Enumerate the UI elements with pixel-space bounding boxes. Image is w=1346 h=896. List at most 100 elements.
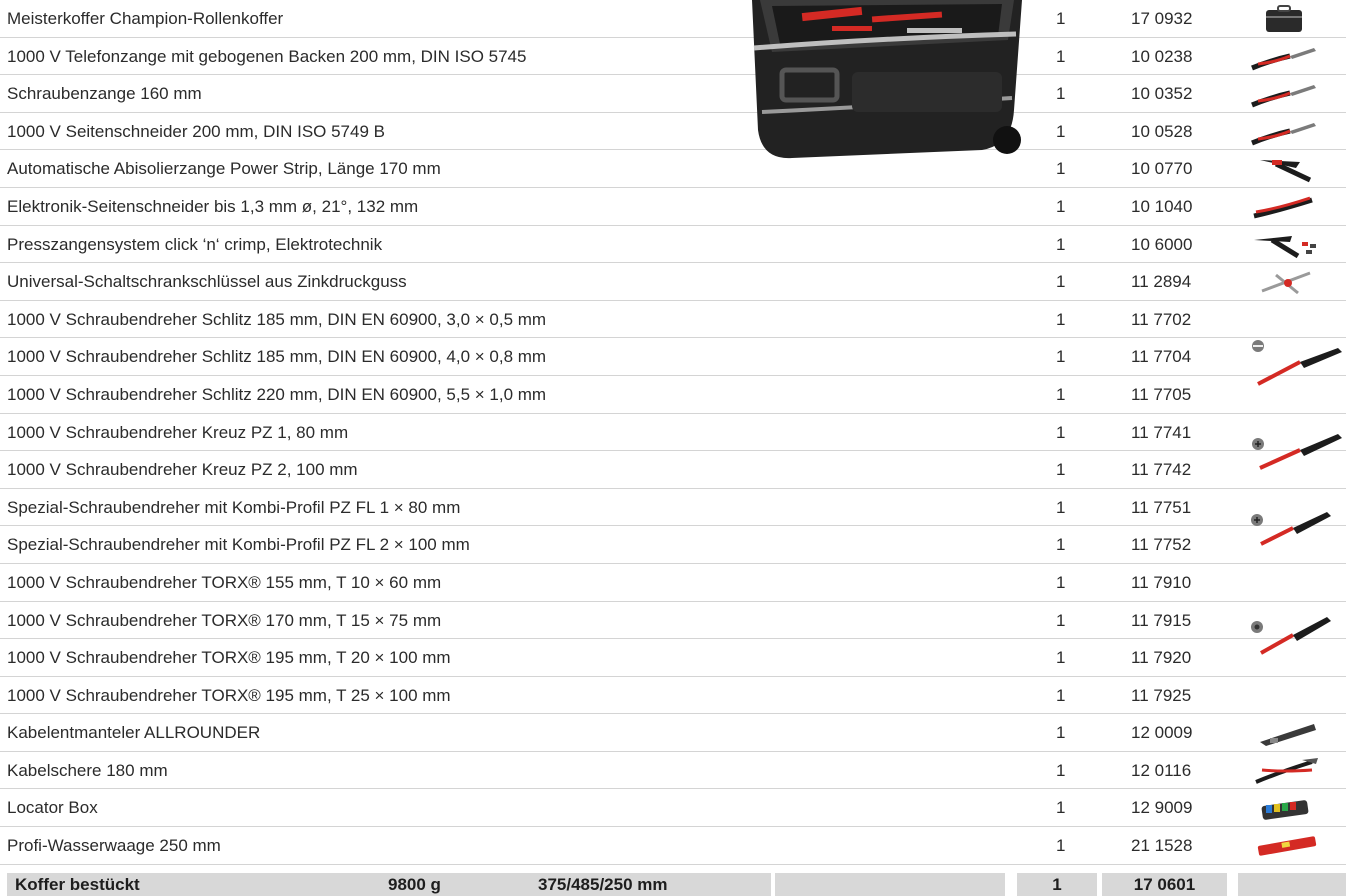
table-row: 1000 V Seitenschneider 200 mm, DIN ISO 5… [0,113,1346,151]
table-row: 1000 V Schraubendreher Schlitz 185 mm, D… [0,301,1346,339]
stripper-knife-icon [1232,718,1342,748]
item-article-number: 10 0770 [1131,159,1193,179]
item-article-number: 11 7752 [1131,535,1192,555]
item-name: Meisterkoffer Champion-Rollenkoffer [7,9,284,28]
table-row: 1000 V Schraubendreher TORX® 195 mm, T 2… [0,677,1346,715]
item-article-number: 11 7742 [1131,460,1192,480]
item-quantity: 1 [1056,648,1066,668]
item-quantity: 1 [1056,196,1066,216]
item-quantity: 1 [1056,836,1066,856]
combi-screwdriver-icon [1251,512,1331,546]
item-article-number: 12 0009 [1131,723,1193,743]
pliers-icon [1232,117,1342,147]
item-article-number: 11 7915 [1131,610,1192,630]
table-row: Meisterkoffer Champion-Rollenkoffer 1 17 0… [0,0,1346,38]
item-name: Locator Box [7,798,98,818]
table-row: Profi-Wasserwaage 250 mm 1 21 1528 [0,827,1346,865]
table-row: Locator Box 1 12 9009 [0,789,1346,828]
summary-weight: 9800 g [380,873,535,896]
item-article-number: 12 9009 [1131,798,1193,818]
item-quantity: 1 [1056,272,1066,292]
phillips-screwdriver-icon [1252,434,1342,470]
item-quantity: 1 [1056,723,1066,743]
item-quantity: 1 [1056,234,1066,254]
item-article-number: 10 0528 [1131,121,1193,141]
table-row: Spezial-Schraubendreher mit Kombi-Profil… [0,526,1346,564]
table-row: 1000 V Schraubendreher Kreuz PZ 2, 100 m… [0,451,1346,489]
item-article-number: 11 7704 [1131,347,1192,367]
case-icon [1232,4,1342,34]
slotted-screwdriver-icon [1252,340,1342,386]
item-quantity: 1 [1056,798,1066,818]
item-name: Spezial-Schraubendreher mit Kombi-Profil… [7,497,461,517]
table-row: Universal-Schaltschrankschlüssel aus Zin… [0,263,1346,301]
item-name: 1000 V Schraubendreher Schlitz 185 mm, D… [7,309,547,329]
table-row: Presszangensystem click ‘n‘ crimp, Elekt… [0,226,1346,264]
key-icon [1232,267,1342,297]
item-name: 1000 V Schraubendreher TORX® 155 mm, T 1… [7,572,442,592]
item-quantity: 1 [1056,46,1066,66]
item-quantity: 1 [1056,685,1066,705]
item-article-number: 11 7910 [1131,572,1192,592]
crimp-icon [1232,230,1342,260]
item-quantity: 1 [1056,347,1066,367]
spirit-level-icon [1232,831,1342,861]
item-quantity: 1 [1056,9,1066,28]
item-name: 1000 V Schraubendreher Schlitz 185 mm, D… [7,347,547,367]
item-name: Kabelschere 180 mm [7,760,168,780]
item-quantity: 1 [1056,610,1066,630]
item-name: Presszangensystem click ‘n‘ crimp, Elekt… [7,234,383,254]
table-row: 1000 V Schraubendreher TORX® 170 mm, T 1… [0,602,1346,640]
item-article-number: 17 0932 [1131,9,1193,28]
pliers-icon [1232,42,1342,72]
table-row: Spezial-Schraubendreher mit Kombi-Profil… [0,489,1346,527]
cable-shears-icon [1232,756,1342,786]
item-quantity: 1 [1056,121,1066,141]
stripper-icon [1232,154,1342,184]
table-row: 1000 V Telefonzange mit gebogenen Backen… [0,38,1346,76]
item-article-number: 10 1040 [1131,196,1193,216]
item-name: Profi-Wasserwaage 250 mm [7,836,221,856]
item-name: Schraubenzange 160 mm [7,84,202,104]
item-article-number: 10 0238 [1131,46,1193,66]
item-name: Universal-Schaltschrankschlüssel aus Zin… [7,272,407,292]
locator-box-icon [1232,793,1342,823]
item-article-number: 11 7702 [1131,309,1192,329]
item-article-number: 10 0352 [1131,84,1193,104]
item-name: 1000 V Schraubendreher Kreuz PZ 1, 80 mm [7,422,349,442]
summary-blank-end [1238,873,1346,896]
item-name: 1000 V Seitenschneider 200 mm, DIN ISO 5… [7,121,385,141]
table-row: 1000 V Schraubendreher TORX® 195 mm, T 2… [0,639,1346,677]
item-article-number: 11 7751 [1131,497,1192,517]
item-quantity: 1 [1056,84,1066,104]
item-quantity: 1 [1056,535,1066,555]
tool-list-table: Meisterkoffer Champion-Rollenkoffer 1 17 0… [0,0,1346,865]
item-article-number: 10 6000 [1131,234,1193,254]
table-row: 1000 V Schraubendreher Schlitz 185 mm, D… [0,338,1346,376]
item-article-number: 11 7741 [1131,422,1192,442]
cutter-icon [1232,192,1342,222]
table-row: Kabelentmanteler ALLROUNDER 1 12 0009 [0,714,1346,752]
item-name: 1000 V Schraubendreher Kreuz PZ 2, 100 m… [7,460,358,480]
table-row: Kabelschere 180 mm 1 12 0116 [0,752,1346,790]
item-quantity: 1 [1056,760,1066,780]
table-row: 1000 V Schraubendreher Kreuz PZ 1, 80 mm… [0,414,1346,452]
item-name: Kabelentmanteler ALLROUNDER [7,723,261,743]
table-row: Schraubenzange 160 mm 1 10 0352 [0,75,1346,113]
summary-qty: 1 [1017,873,1097,896]
pliers-icon [1232,79,1342,109]
table-row: 1000 V Schraubendreher Schlitz 220 mm, D… [0,376,1346,414]
item-quantity: 1 [1056,497,1066,517]
item-name: 1000 V Schraubendreher TORX® 195 mm, T 2… [7,685,451,705]
summary-label: Koffer bestückt [7,873,385,896]
item-quantity: 1 [1056,422,1066,442]
item-name: Automatische Abisolierzange Power Strip,… [7,159,441,179]
item-name: Elektronik-Seitenschneider bis 1,3 mm ø,… [7,196,419,216]
item-article-number: 21 1528 [1131,836,1193,856]
item-name: 1000 V Schraubendreher TORX® 195 mm, T 2… [7,648,451,668]
table-row: Automatische Abisolierzange Power Strip,… [0,150,1346,188]
item-article-number: 11 7925 [1131,685,1192,705]
tool-case-photo [752,0,1022,159]
table-row: Elektronik-Seitenschneider bis 1,3 mm ø,… [0,188,1346,226]
item-article-number: 12 0116 [1131,760,1192,780]
